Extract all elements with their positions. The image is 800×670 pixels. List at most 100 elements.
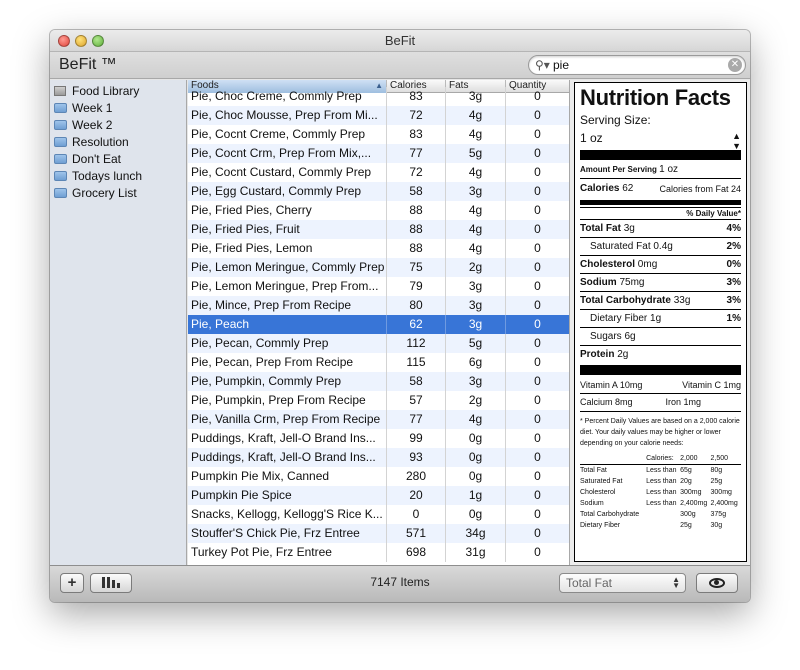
zoom-window-button[interactable]	[92, 35, 104, 47]
quantity-cell: 0	[534, 393, 541, 407]
total-carbohydrate-pct: 3%	[726, 295, 741, 306]
fats-cell: 4g	[446, 125, 506, 144]
dv-table-cell	[580, 453, 646, 465]
dv-table-row: Total Fat Less than 65g 80g	[580, 465, 741, 477]
fats-cell: 0g	[446, 467, 506, 486]
quantity-cell: 0	[534, 298, 541, 312]
sidebar-item[interactable]: Week 2	[50, 117, 186, 134]
serving-size-value: 1 oz	[580, 131, 603, 145]
fats-cell: 5g	[446, 144, 506, 163]
dv-table-cell: 65g	[680, 467, 692, 474]
bottom-bar: + 7147 Items Total Fat ▲ ▼	[50, 565, 750, 602]
table-row[interactable]: Pie, Pumpkin, Prep From Recipe 57 2g 0	[188, 391, 569, 410]
sidebar-item[interactable]: Resolution	[50, 134, 186, 151]
serving-size-select[interactable]: 1 oz ▲ ▼	[580, 128, 741, 151]
table-row[interactable]: Pie, Fried Pies, Fruit 88 4g 0	[188, 220, 569, 239]
table-row[interactable]: Pie, Mince, Prep From Recipe 80 3g 0	[188, 296, 569, 315]
folder-icon	[54, 120, 67, 130]
folder-icon	[54, 188, 67, 198]
table-row[interactable]: Puddings, Kraft, Jell-O Brand Ins... 99 0g…	[188, 429, 569, 448]
magnifier-icon[interactable]: ⚲▾	[535, 58, 550, 72]
minimize-window-button[interactable]	[75, 35, 87, 47]
saturated-fat-label: Saturated Fat	[590, 241, 651, 252]
calories-cell: 88	[387, 220, 446, 239]
table-row[interactable]: Pie, Choc Mousse, Prep From Mi... 72 4g 0	[188, 106, 569, 125]
table-row[interactable]: Pie, Egg Custard, Commly Prep 58 3g 0	[188, 182, 569, 201]
dv-table-cell: Calories:	[646, 455, 674, 462]
table-row[interactable]: Pie, Cocnt Creme, Commly Prep 83 4g 0	[188, 125, 569, 144]
calories-cell: 77	[387, 410, 446, 429]
title-bar[interactable]: BeFit	[50, 30, 750, 52]
divider-thick-2	[580, 365, 741, 375]
sodium-pct: 3%	[726, 277, 741, 288]
search-field[interactable]: ⚲▾ ✕	[528, 55, 746, 75]
table-row[interactable]: Pumpkin Pie Mix, Canned 280 0g 0	[188, 467, 569, 486]
table-row[interactable]: Pie, Vanilla Crm, Prep From Recipe 77 4g 0	[188, 410, 569, 429]
food-cell: Pie, Cocnt Custard, Commly Prep	[188, 163, 387, 182]
calories-cell: 58	[387, 372, 446, 391]
dv-table-cell: Total Carbohydrate	[580, 511, 640, 518]
table-row[interactable]: Puddings, Kraft, Jell-O Brand Ins... 93 0g…	[188, 448, 569, 467]
table-row[interactable]: Pie, Fried Pies, Cherry 88 4g 0	[188, 201, 569, 220]
calories-cell: 83	[387, 87, 446, 106]
table-row[interactable]: Pie, Pumpkin, Commly Prep 58 3g 0	[188, 372, 569, 391]
table-row[interactable]: Pie, Pecan, Prep From Recipe 115 6g 0	[188, 353, 569, 372]
fats-cell: 34g	[446, 524, 506, 543]
serving-size-label: Serving Size:	[580, 113, 651, 127]
dv-table-cell: 2,000	[680, 455, 698, 462]
food-cell: Pumpkin Pie Mix, Canned	[188, 467, 387, 486]
chart-button[interactable]	[90, 573, 132, 593]
table-row[interactable]: Pie, Cocnt Custard, Commly Prep 72 4g 0	[188, 163, 569, 182]
table-row[interactable]: Pie, Fried Pies, Lemon 88 4g 0	[188, 239, 569, 258]
dv-table-row: Dietary Fiber 25g 30g	[580, 520, 741, 531]
saturated-fat-pct: 2%	[726, 241, 741, 252]
sidebar-item[interactable]: Grocery List	[50, 185, 186, 202]
bar-chart-icon	[101, 576, 121, 588]
divider-thick	[580, 150, 741, 160]
calories-from-fat: Calories from Fat 24	[659, 184, 741, 194]
clear-search-icon[interactable]: ✕	[728, 58, 742, 72]
dv-table-row: Total Carbohydrate 300g 375g	[580, 509, 741, 520]
fats-cell: 3g	[446, 87, 506, 106]
sort-field-select[interactable]: Total Fat ▲ ▼	[559, 573, 686, 593]
food-cell: Turkey Pot Pie, Frz Entree	[188, 543, 387, 562]
table-row[interactable]: Pie, Cocnt Crm, Prep From Mix,... 77 5g 0	[188, 144, 569, 163]
dv-table-cell	[646, 520, 680, 531]
table-row[interactable]: Pie, Choc Creme, Commly Prep 83 3g 0	[188, 87, 569, 106]
table-row[interactable]: Pie, Peach 62 3g 0	[188, 315, 569, 334]
sidebar-item-label: Week 1	[72, 101, 113, 115]
sidebar-item[interactable]: Week 1	[50, 100, 186, 117]
sidebar-item[interactable]: Todays lunch	[50, 168, 186, 185]
sidebar-item[interactable]: Food Library	[50, 83, 186, 100]
table-row[interactable]: Turkey Pot Pie, Frz Entree 698 31g 0	[188, 543, 569, 562]
fats-cell: 4g	[446, 106, 506, 125]
item-count: 7147 Items	[370, 575, 430, 589]
quantity-cell: 0	[534, 336, 541, 350]
quantity-cell: 0	[534, 127, 541, 141]
fats-cell: 2g	[446, 258, 506, 277]
food-cell: Pie, Egg Custard, Commly Prep	[188, 182, 387, 201]
table-row[interactable]: Pie, Pecan, Commly Prep 112 5g 0	[188, 334, 569, 353]
dv-table-cell: Less than	[646, 467, 677, 474]
sidebar-item[interactable]: Don't Eat	[50, 151, 186, 168]
quantity-cell: 0	[534, 89, 541, 103]
table-row[interactable]: Pie, Lemon Meringue, Prep From... 79 3g 0	[188, 277, 569, 296]
food-cell: Pumpkin Pie Spice	[188, 486, 387, 505]
close-window-button[interactable]	[58, 35, 70, 47]
add-button[interactable]: +	[60, 573, 84, 593]
search-input[interactable]	[553, 57, 723, 73]
total-fat-pct: 4%	[726, 223, 741, 234]
food-cell: Pie, Choc Mousse, Prep From Mi...	[188, 106, 387, 125]
table-row[interactable]: Snacks, Kellogg, Kellogg'S Rice K... 0 0g 0	[188, 505, 569, 524]
calories-cell: 112	[387, 334, 446, 353]
food-cell: Pie, Fried Pies, Cherry	[188, 201, 387, 220]
table-row[interactable]: Pumpkin Pie Spice 20 1g 0	[188, 486, 569, 505]
amount-per-serving-value: 1 oz	[659, 164, 679, 175]
calories-cell: 115	[387, 353, 446, 372]
table-row[interactable]: Stouffer'S Chick Pie, Frz Entree 571 34g 0	[188, 524, 569, 543]
table-row[interactable]: Pie, Lemon Meringue, Commly Prep 75 2g 0	[188, 258, 569, 277]
dv-table-cell: Less than	[646, 489, 677, 496]
preview-button[interactable]	[696, 573, 738, 593]
dv-table-cell: Cholesterol	[580, 489, 616, 496]
calories-cell: 93	[387, 448, 446, 467]
